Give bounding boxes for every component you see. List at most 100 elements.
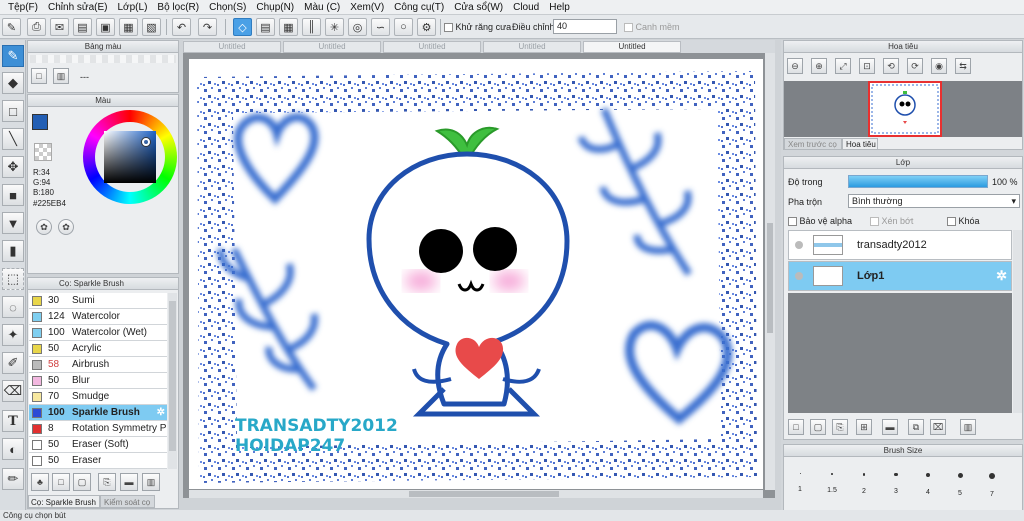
perspective-icon[interactable]: ✳ [325,18,344,36]
color-mix-icon[interactable]: ✿ [36,219,52,235]
brush-copy-icon[interactable]: ▢ [73,473,91,491]
canvas-hscrollbar[interactable] [189,490,763,498]
brush-item[interactable]: 58 Airbrush [29,357,167,373]
blend-select[interactable]: Bình thường ▾ [848,194,1020,208]
ruler-icon[interactable]: ║ [302,18,321,36]
copy-layer-icon[interactable]: ⎘ [832,419,848,435]
brush-tool-icon[interactable]: ✎ [2,45,24,67]
lasso-rect-icon[interactable]: ⬚ [2,268,24,290]
rotate-reset-icon[interactable]: ◉ [931,58,947,74]
grid-icon[interactable]: ▦ [279,18,298,36]
menu-item[interactable]: Chụp(N) [251,2,299,13]
menu-item[interactable]: Tệp(F) [3,2,43,13]
brush-size-option[interactable]: 2 [848,465,880,505]
layout-icon[interactable]: ▧ [142,18,161,36]
color-history-icon[interactable]: ✿ [58,219,74,235]
layer-row[interactable]: transadty2012 [788,230,1012,260]
app-logo-icon[interactable]: ✎ [2,18,21,36]
clear-icon[interactable]: ⌧ [930,419,946,435]
new-file-icon[interactable]: ⎙ [27,18,46,36]
canvas-tab[interactable]: Untitled [183,41,281,53]
settings-icon[interactable]: ⚙ [417,18,436,36]
lasso-icon[interactable]: ◌ [2,296,24,318]
magic-wand-icon[interactable]: ✦ [2,324,24,346]
line-tool-icon[interactable]: ╲ [2,128,24,150]
eye-icon[interactable] [795,272,803,280]
menu-item[interactable]: Chọn(S) [204,2,251,13]
undo-icon[interactable]: ↶ [172,18,191,36]
brush-new-icon[interactable]: □ [52,473,70,491]
chat-icon[interactable]: ✉ [50,18,69,36]
move-tool-icon[interactable]: ✥ [2,156,24,178]
menu-item[interactable]: Chỉnh sửa(E) [43,2,113,13]
layer-row-selected[interactable]: Lớp1 ✲ [788,261,1012,291]
pen-tool-icon[interactable]: ✏ [2,468,24,490]
menu-item[interactable]: Help [544,2,575,13]
concentric-icon[interactable]: ◎ [348,18,367,36]
brush-item[interactable]: 50 Eraser (Soft) [29,437,167,453]
panel-icon[interactable]: ▦ [119,18,138,36]
tab-brush-control[interactable]: Kiểm soát cọ [100,495,155,508]
transparent-swatch[interactable] [34,143,52,161]
new-layer-alt-icon[interactable]: ▢ [810,419,826,435]
zoom-out-icon[interactable]: ⊖ [787,58,803,74]
menu-item[interactable]: Công cụ(T) [389,2,449,13]
rotate-left-icon[interactable]: ⟲ [883,58,899,74]
smooth-checkbox[interactable]: Canh mềm [624,22,680,33]
opacity-slider[interactable] [848,175,988,188]
menu-item[interactable]: Lớp(L) [113,2,153,13]
brush-size-option[interactable]: 5 [944,465,976,505]
gear-icon[interactable]: ✲ [996,268,1007,284]
brush-size-option[interactable]: 4 [912,465,944,505]
eraser-tool-icon[interactable]: ◆ [2,72,24,94]
brush-size-option[interactable]: 1.5 [816,465,848,505]
color-wheel[interactable] [83,110,177,204]
menu-item[interactable]: Cửa sổ(W) [449,2,508,13]
bucket-tool-icon[interactable]: ▼ [2,212,24,234]
brush-folder-icon[interactable]: ▬ [120,473,138,491]
brush-size-option[interactable]: 7 [976,465,1008,505]
brush-item[interactable]: 8 Rotation Symmetry P [29,421,167,437]
canvas-tab[interactable]: Untitled [383,41,481,53]
select-eraser-icon[interactable]: ⌫ [2,380,24,402]
antialias-checkbox[interactable]: Khử răng cưa [444,22,511,33]
canvas-tab[interactable]: Untitled [583,41,681,53]
menu-item[interactable]: Xem(V) [345,2,389,13]
canvas-paper[interactable]: TRANSADTY2012 HOIDAP247 [189,59,763,489]
tab-navigator[interactable]: Hoa tiêu [842,138,878,150]
merge-icon[interactable]: ⧉ [908,419,924,435]
brush-item[interactable]: 100 Sparkle Brush ✲ [29,405,167,421]
eye-icon[interactable] [795,241,803,249]
gear-icon[interactable]: ✲ [157,407,165,418]
brush-item[interactable]: 124 Watercolor [29,309,167,325]
brush-size-option[interactable]: 3 [880,465,912,505]
lock-checkbox[interactable]: Khóa [947,216,980,227]
canvas-tab[interactable]: Untitled [283,41,381,53]
hatch-icon[interactable]: ▤ [256,18,275,36]
canvas-tab[interactable]: Untitled [483,41,581,53]
brush-import-icon[interactable]: ⎘ [98,473,116,491]
select-pen-icon[interactable]: ✐ [2,352,24,374]
brush-item[interactable]: 100 Watercolor (Wet) [29,325,167,341]
brush-item[interactable]: 30 Sumi [29,293,167,309]
card-icon[interactable]: ▤ [73,18,92,36]
redo-icon[interactable]: ↷ [198,18,217,36]
tab-brush-preview[interactable]: Xem trước cọ [784,138,842,150]
rotate-right-icon[interactable]: ⟳ [907,58,923,74]
brush-item[interactable]: 70 Smudge [29,389,167,405]
brush-delete-icon[interactable]: ▥ [142,473,160,491]
brush-size-option[interactable]: 1 [784,465,816,505]
selection-icon[interactable]: ◇ [233,18,252,36]
layer-scrollbar[interactable] [1013,230,1022,413]
add-layer-icon[interactable]: ⊞ [856,419,872,435]
text-tool-icon[interactable]: T [2,410,24,432]
new-layer-icon[interactable]: □ [788,419,804,435]
menu-item[interactable]: Màu (C) [299,2,345,13]
curve-icon[interactable]: ∽ [371,18,390,36]
menu-item[interactable]: Cloud [508,2,544,13]
brush-item[interactable]: 50 Blur [29,373,167,389]
zoom-in-icon[interactable]: ⊕ [811,58,827,74]
current-color-swatch[interactable] [32,114,48,130]
adjust-input[interactable]: 40 [553,19,617,34]
fill-rect-tool-icon[interactable]: ■ [2,184,24,206]
